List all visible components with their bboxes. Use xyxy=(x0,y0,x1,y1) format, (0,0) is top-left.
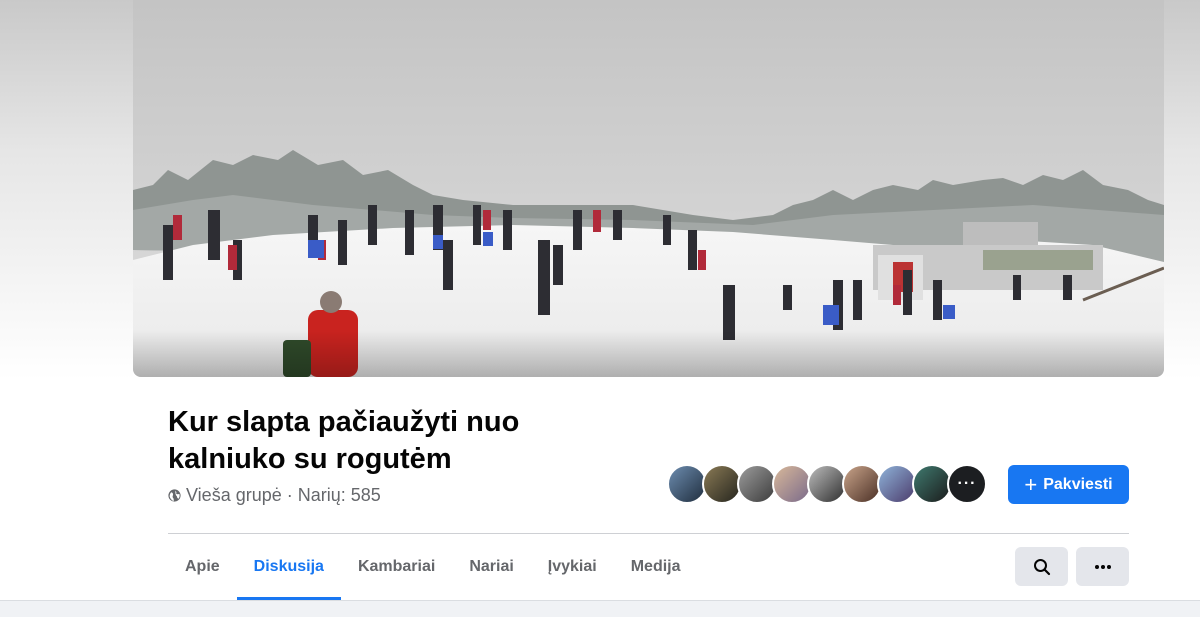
more-icon xyxy=(1094,564,1111,569)
tab-diskusija[interactable]: Diskusija xyxy=(236,534,342,600)
member-avatars[interactable]: ··· xyxy=(667,464,987,504)
avatar[interactable] xyxy=(877,464,917,504)
content-area-background xyxy=(0,600,1200,617)
group-name: Kur slapta pačiaužyti nuo kalniuko su ro… xyxy=(168,406,520,475)
avatar[interactable] xyxy=(842,464,882,504)
tab-kambariai[interactable]: Kambariai xyxy=(341,534,452,600)
avatar[interactable] xyxy=(667,464,707,504)
tab-medija[interactable]: Medija xyxy=(614,534,698,600)
page-background-left xyxy=(0,0,133,380)
avatar[interactable] xyxy=(737,464,777,504)
page-background-right xyxy=(1164,0,1200,380)
invite-button[interactable]: + Pakviesti xyxy=(1008,465,1129,504)
group-tabs: Apie Diskusija Kambariai Nariai Įvykiai … xyxy=(168,534,698,600)
globe-icon xyxy=(168,489,181,502)
invite-label: Pakviesti xyxy=(1043,475,1113,493)
search-icon xyxy=(1033,558,1050,575)
privacy-label[interactable]: Vieša grupė xyxy=(186,485,282,506)
tab-nariai[interactable]: Nariai xyxy=(452,534,530,600)
member-count[interactable]: · Narių: 585 xyxy=(287,485,381,506)
avatar[interactable] xyxy=(772,464,812,504)
search-button[interactable] xyxy=(1015,547,1068,586)
avatar[interactable] xyxy=(912,464,952,504)
plus-icon: + xyxy=(1024,471,1038,497)
avatar[interactable] xyxy=(807,464,847,504)
group-meta: Vieša grupė · Narių: 585 xyxy=(168,485,381,506)
more-members-avatar[interactable]: ··· xyxy=(947,464,987,504)
tab-apie[interactable]: Apie xyxy=(168,534,237,600)
more-icon: ··· xyxy=(957,475,977,492)
tab-ivykiai[interactable]: Įvykiai xyxy=(531,534,614,600)
more-options-button[interactable] xyxy=(1076,547,1129,586)
cover-photo[interactable] xyxy=(133,0,1164,377)
avatar[interactable] xyxy=(702,464,742,504)
